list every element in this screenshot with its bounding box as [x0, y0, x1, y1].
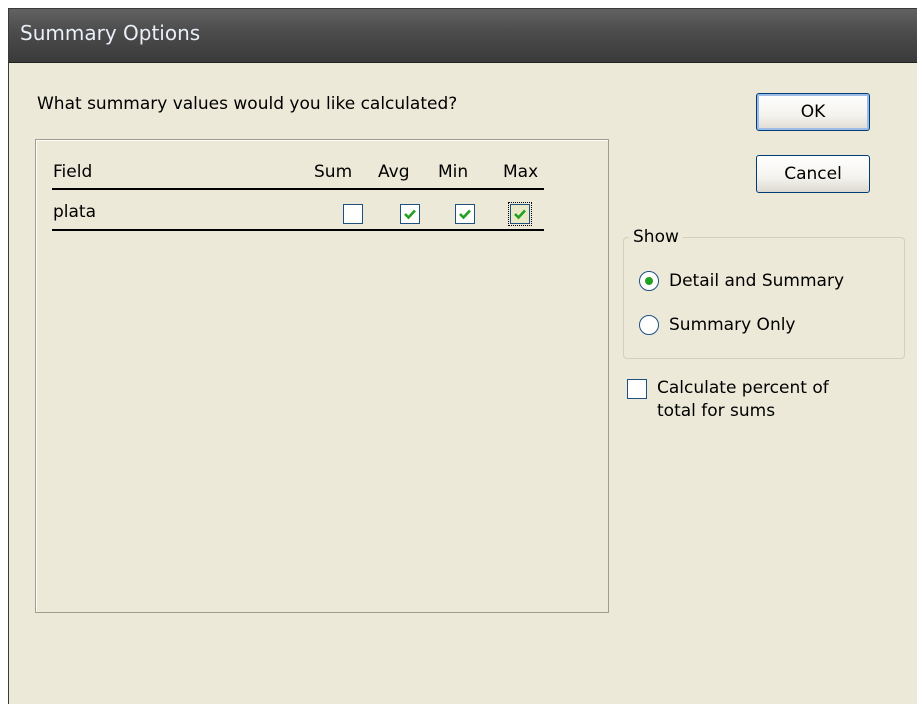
detail-and-summary-label[interactable]: Detail and Summary	[669, 271, 844, 291]
sum-checkbox[interactable]	[343, 204, 363, 224]
column-header-sum: Sum	[314, 162, 353, 182]
column-header-avg: Avg	[378, 162, 410, 182]
avg-checkbox[interactable]	[400, 204, 420, 224]
calculate-percent-checkbox[interactable]	[627, 379, 647, 399]
column-header-field: Field	[53, 162, 93, 182]
radio-dot-icon	[645, 277, 653, 285]
summary-only-option[interactable]: Summary Only	[639, 315, 796, 335]
column-header-max: Max	[503, 162, 539, 182]
max-checkbox[interactable]	[508, 202, 532, 226]
check-icon	[459, 209, 471, 220]
calculate-percent-label-line2: total for sums	[657, 401, 776, 421]
title-bar[interactable]: Summary Options	[9, 9, 917, 63]
summary-fields-grid: Field Sum Avg Min Max plata	[35, 139, 609, 613]
detail-and-summary-option[interactable]: Detail and Summary	[639, 271, 844, 291]
row-divider	[52, 229, 544, 231]
summary-options-dialog: Summary Options What summary values woul…	[8, 8, 917, 704]
calculate-percent-option[interactable]: Calculate percent of total for sums	[627, 377, 857, 423]
min-checkbox[interactable]	[455, 204, 475, 224]
calculate-percent-label[interactable]: Calculate percent of total for sums	[657, 377, 857, 423]
ok-button[interactable]: OK	[756, 93, 870, 131]
column-header-min: Min	[438, 162, 469, 182]
cancel-button[interactable]: Cancel	[756, 155, 870, 193]
calculate-percent-label-line1: Calculate percent of	[657, 378, 829, 398]
show-group-legend: Show	[629, 227, 683, 247]
detail-and-summary-radio[interactable]	[639, 271, 659, 291]
summary-prompt: What summary values would you like calcu…	[37, 94, 458, 114]
field-name-plata: plata	[53, 202, 97, 222]
check-icon	[514, 209, 526, 220]
header-divider	[52, 188, 544, 190]
summary-only-radio[interactable]	[639, 315, 659, 335]
summary-only-label[interactable]: Summary Only	[669, 315, 796, 335]
check-icon	[404, 209, 416, 220]
dialog-title: Summary Options	[20, 21, 201, 45]
show-groupbox	[623, 237, 905, 359]
